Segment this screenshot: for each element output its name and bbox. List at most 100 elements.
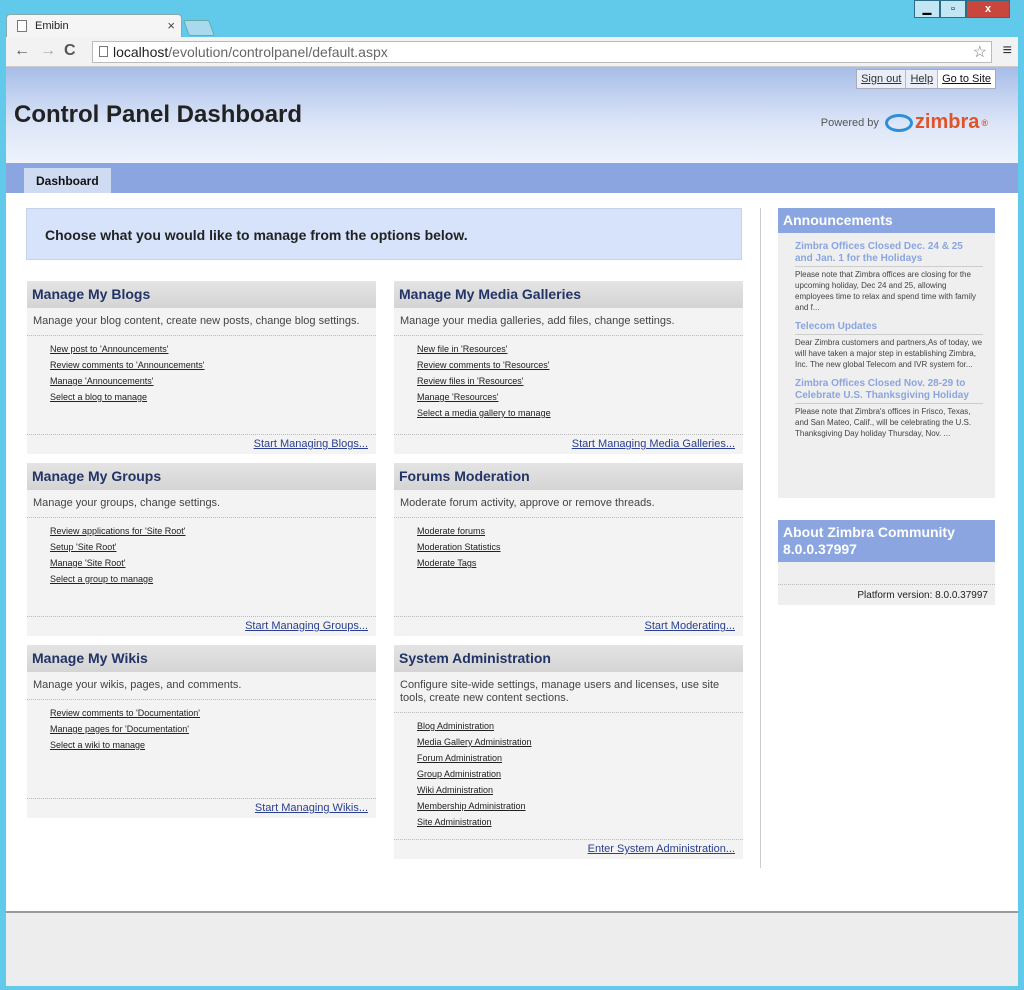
start-managing-media-link[interactable]: Start Managing Media Galleries... <box>572 438 735 450</box>
card-link[interactable]: Review comments to 'Announcements' <box>50 360 205 370</box>
card-link[interactable]: Moderate forums <box>417 526 485 536</box>
url-path: /evolution/controlpanel/default.aspx <box>168 44 388 60</box>
back-icon[interactable]: ← <box>14 42 30 60</box>
start-managing-blogs-link[interactable]: Start Managing Blogs... <box>254 438 368 450</box>
list-item: Group Administration <box>417 766 743 782</box>
card-link[interactable]: Media Gallery Administration <box>417 737 532 747</box>
card-link[interactable]: Setup 'Site Root' <box>50 542 116 552</box>
card-footer: Start Managing Groups... <box>27 616 376 636</box>
card-link[interactable]: Select a wiki to manage <box>50 740 145 750</box>
list-item: Review files in 'Resources' <box>417 373 743 389</box>
announcement-title[interactable]: Telecom Updates <box>795 321 983 335</box>
about-box: About Zimbra Community 8.0.0.37997 Platf… <box>778 520 995 605</box>
enter-system-admin-link[interactable]: Enter System Administration... <box>588 843 735 855</box>
close-window-button[interactable]: x <box>966 0 1010 18</box>
list-item: Forum Administration <box>417 750 743 766</box>
card-link[interactable]: Review files in 'Resources' <box>417 376 523 386</box>
card-link[interactable]: Wiki Administration <box>417 785 493 795</box>
platform-version: Platform version: 8.0.0.37997 <box>778 584 995 605</box>
start-moderating-link[interactable]: Start Moderating... <box>645 620 736 632</box>
card-links: Review comments to 'Documentation' Manag… <box>27 700 376 753</box>
card-link[interactable]: Review applications for 'Site Root' <box>50 526 186 536</box>
list-item: Select a wiki to manage <box>50 737 376 753</box>
page-icon <box>99 46 108 57</box>
list-item: Blog Administration <box>417 718 743 734</box>
start-managing-groups-link[interactable]: Start Managing Groups... <box>245 620 368 632</box>
card-link[interactable]: Manage 'Announcements' <box>50 376 154 386</box>
card-link[interactable]: Moderate Tags <box>417 558 476 568</box>
card-link[interactable]: New post to 'Announcements' <box>50 344 169 354</box>
card-link[interactable]: Manage 'Resources' <box>417 392 498 402</box>
card-desc: Manage your blog content, create new pos… <box>27 308 376 336</box>
card-link[interactable]: Manage 'Site Root' <box>50 558 125 568</box>
card-link[interactable]: Site Administration <box>417 817 492 827</box>
tab-close-icon[interactable]: × <box>167 18 175 33</box>
card-link[interactable]: Select a group to manage <box>50 574 153 584</box>
card-footer: Start Managing Media Galleries... <box>394 434 743 454</box>
list-item: Review comments to 'Resources' <box>417 357 743 373</box>
tab-title: Emibin <box>35 20 69 32</box>
list-item: Review applications for 'Site Root' <box>50 523 376 539</box>
announcement-title[interactable]: Zimbra Offices Closed Nov. 28-29 to Cele… <box>795 378 983 404</box>
page-footer <box>6 913 1018 986</box>
card-desc: Manage your groups, change settings. <box>27 490 376 518</box>
card-footer: Start Managing Blogs... <box>27 434 376 454</box>
card-links: New post to 'Announcements' Review comme… <box>27 336 376 405</box>
card-link[interactable]: Blog Administration <box>417 721 494 731</box>
list-item: Membership Administration <box>417 798 743 814</box>
list-item: New post to 'Announcements' <box>50 341 376 357</box>
browser-toolbar: ← → C localhost/evolution/controlpanel/d… <box>6 37 1018 67</box>
card-link[interactable]: New file in 'Resources' <box>417 344 507 354</box>
new-tab-button[interactable] <box>183 20 215 36</box>
bookmark-star-icon[interactable]: ☆ <box>973 42 987 62</box>
list-item: Manage 'Site Root' <box>50 555 376 571</box>
list-item: Select a media gallery to manage <box>417 405 743 421</box>
reload-icon[interactable]: C <box>64 42 76 60</box>
card-links: Moderate forums Moderation Statistics Mo… <box>394 518 743 571</box>
card-desc: Manage your wikis, pages, and comments. <box>27 672 376 700</box>
help-link[interactable]: Help <box>906 70 939 88</box>
card-link[interactable]: Membership Administration <box>417 801 526 811</box>
card-blogs: Manage My Blogs Manage your blog content… <box>27 281 376 454</box>
forward-icon[interactable]: → <box>40 42 56 60</box>
card-title: Manage My Media Galleries <box>394 281 743 308</box>
list-item: Wiki Administration <box>417 782 743 798</box>
sign-out-link[interactable]: Sign out <box>857 70 907 88</box>
card-link[interactable]: Group Administration <box>417 769 501 779</box>
intro-banner: Choose what you would like to manage fro… <box>26 208 742 260</box>
card-media: Manage My Media Galleries Manage your me… <box>394 281 743 454</box>
card-link[interactable]: Select a media gallery to manage <box>417 408 551 418</box>
start-managing-wikis-link[interactable]: Start Managing Wikis... <box>255 802 368 814</box>
maximize-button[interactable]: ▫ <box>940 0 966 18</box>
card-link[interactable]: Manage pages for 'Documentation' <box>50 724 189 734</box>
page-content: Sign out Help Go to Site Control Panel D… <box>6 67 1018 986</box>
card-title: Manage My Wikis <box>27 645 376 672</box>
go-to-site-link[interactable]: Go to Site <box>938 70 995 88</box>
browser-menu-icon[interactable]: ≡ <box>1003 42 1012 60</box>
list-item: Moderation Statistics <box>417 539 743 555</box>
list-item: Select a group to manage <box>50 571 376 587</box>
brand-name: zimbra <box>914 111 980 133</box>
list-item: New file in 'Resources' <box>417 341 743 357</box>
announcement-title[interactable]: Zimbra Offices Closed Dec. 24 & 25 and J… <box>795 241 983 267</box>
announcements-box: Announcements Zimbra Offices Closed Dec.… <box>778 208 995 498</box>
zimbra-logo[interactable]: zimbra ® <box>884 111 988 134</box>
list-item: Site Administration <box>417 814 743 830</box>
card-links: Blog Administration Media Gallery Admini… <box>394 713 743 830</box>
list-item: Moderate Tags <box>417 555 743 571</box>
card-link[interactable]: Review comments to 'Documentation' <box>50 708 200 718</box>
card-link[interactable]: Forum Administration <box>417 753 502 763</box>
card-link[interactable]: Moderation Statistics <box>417 542 501 552</box>
card-link[interactable]: Select a blog to manage <box>50 392 147 402</box>
card-link[interactable]: Review comments to 'Resources' <box>417 360 549 370</box>
window-controls: ▁ ▫ x <box>914 0 1010 18</box>
list-item: Setup 'Site Root' <box>50 539 376 555</box>
browser-tab[interactable]: Emibin × <box>6 14 182 38</box>
list-item: Media Gallery Administration <box>417 734 743 750</box>
zimbra-mark-icon <box>884 113 913 132</box>
url-host: localhost <box>113 44 169 60</box>
tab-dashboard[interactable]: Dashboard <box>24 168 111 193</box>
minimize-button[interactable]: ▁ <box>914 0 940 18</box>
announcement-item: Telecom Updates Dear Zimbra customers an… <box>778 321 995 370</box>
address-bar[interactable]: localhost/evolution/controlpanel/default… <box>92 41 992 63</box>
